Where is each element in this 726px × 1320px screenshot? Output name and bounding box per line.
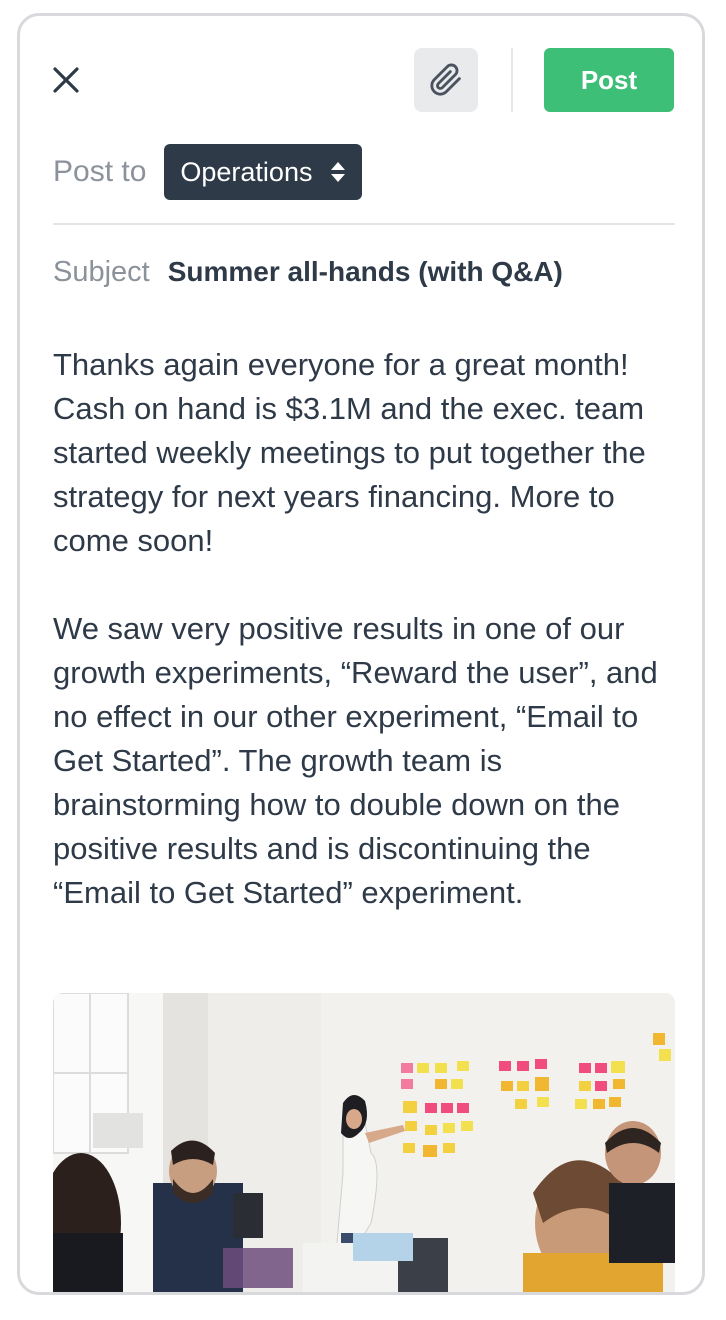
channel-select-value: Operations [180, 156, 313, 187]
attached-photo [53, 993, 675, 1292]
channel-select[interactable]: Operations [164, 144, 363, 200]
attach-button[interactable] [414, 48, 478, 112]
body-paragraph: Thanks again everyone for a great month!… [53, 347, 646, 558]
subject-input[interactable]: Summer all-hands (with Q&A) [168, 256, 563, 288]
toolbar-divider [511, 48, 513, 112]
up-down-caret-icon [330, 161, 346, 183]
close-button[interactable] [46, 60, 86, 100]
header-divider [53, 223, 675, 225]
subject-row: Subject Summer all-hands (with Q&A) [53, 256, 563, 289]
toolbar: Post [20, 16, 702, 126]
post-button[interactable]: Post [544, 48, 674, 112]
subject-label: Subject [53, 256, 150, 288]
close-icon [53, 67, 79, 93]
compose-post-dialog: Post Post to Operations Subject Summer a… [17, 13, 705, 1295]
body-paragraph: We saw very positive results in one of o… [53, 611, 658, 910]
post-to-label: Post to [53, 155, 147, 188]
post-body-editor[interactable]: Thanks again everyone for a great month!… [53, 343, 678, 959]
paperclip-icon [430, 63, 461, 96]
post-to-row: Post to Operations [53, 144, 363, 200]
